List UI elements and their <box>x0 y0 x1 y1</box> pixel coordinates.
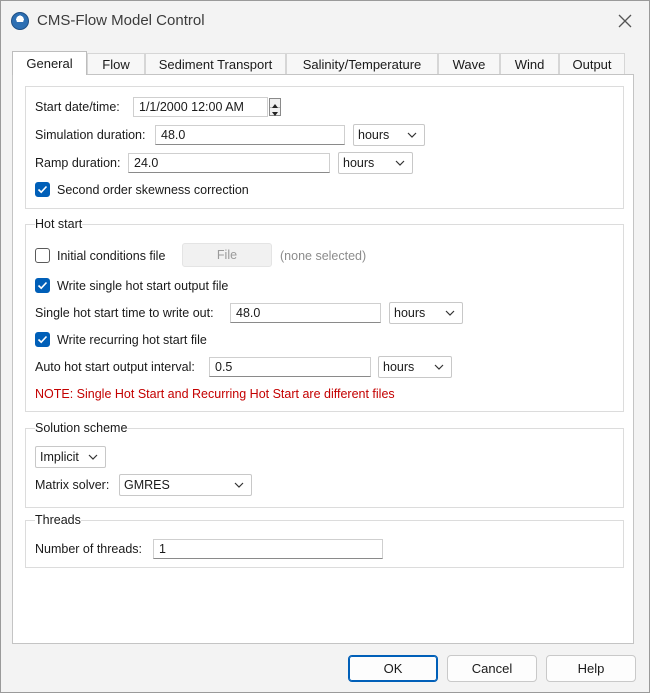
cancel-button[interactable]: Cancel <box>447 655 537 682</box>
checkmark-icon <box>37 281 48 290</box>
ramp-duration-field[interactable]: 24.0 <box>128 153 330 173</box>
initial-conditions-label: Initial conditions file <box>57 249 166 263</box>
matrix-solver-value: GMRES <box>124 478 170 492</box>
tab-salinity-temperature[interactable]: Salinity/Temperature <box>286 53 438 74</box>
close-button[interactable] <box>613 9 637 33</box>
matrix-solver-select[interactable]: GMRES <box>119 474 252 496</box>
tab-sediment-transport[interactable]: Sediment Transport <box>145 53 286 74</box>
solution-scheme-title: Solution scheme <box>35 421 128 435</box>
start-datetime-field[interactable]: 1/1/2000 12:00 AM <box>133 97 268 117</box>
number-of-threads-field[interactable]: 1 <box>153 539 383 559</box>
tab-wave[interactable]: Wave <box>438 53 500 74</box>
checkmark-icon <box>37 185 48 194</box>
ramp-unit-value: hours <box>343 156 375 170</box>
simulation-duration-field[interactable]: 48.0 <box>155 125 345 145</box>
single-hot-start-unit-value: hours <box>394 306 426 320</box>
window-title: CMS-Flow Model Control <box>37 12 205 29</box>
datetime-spinner[interactable] <box>269 98 281 116</box>
solution-scheme-select[interactable]: Implicit <box>35 446 106 468</box>
chevron-down-icon <box>234 482 244 488</box>
file-status-text: (none selected) <box>280 249 367 263</box>
initial-conditions-checkbox[interactable] <box>35 248 50 263</box>
tab-wind[interactable]: Wind <box>500 53 559 74</box>
close-icon <box>618 14 632 28</box>
single-hot-start-time-field[interactable]: 48.0 <box>230 303 381 323</box>
chevron-down-icon <box>88 454 98 460</box>
hot-start-note: NOTE: Single Hot Start and Recurring Hot… <box>35 387 395 401</box>
spinner-down-icon[interactable] <box>270 107 280 116</box>
single-hot-start-checkbox[interactable] <box>35 278 50 293</box>
simulation-unit-value: hours <box>358 128 390 142</box>
help-button[interactable]: Help <box>546 655 636 682</box>
threads-title: Threads <box>35 513 81 527</box>
solution-scheme-group <box>25 428 624 508</box>
auto-hot-start-interval-field[interactable]: 0.5 <box>209 357 371 377</box>
simulation-duration-label: Simulation duration: <box>35 128 146 142</box>
app-icon <box>11 12 29 30</box>
recurring-hot-start-label: Write recurring hot start file <box>57 333 207 347</box>
general-panel: Start date/time: 1/1/2000 12:00 AM Simul… <box>12 74 634 644</box>
single-hot-start-time-label: Single hot start time to write out: <box>35 306 214 320</box>
single-hot-start-label: Write single hot start output file <box>57 279 229 293</box>
skewness-correction-checkbox[interactable] <box>35 182 50 197</box>
chevron-down-icon <box>395 160 405 166</box>
chevron-down-icon <box>434 364 444 370</box>
title-bar: CMS-Flow Model Control <box>1 1 649 41</box>
skewness-correction-label: Second order skewness correction <box>57 183 249 197</box>
simulation-duration-unit-select[interactable]: hours <box>353 124 425 146</box>
tab-flow[interactable]: Flow <box>87 53 145 74</box>
ramp-duration-unit-select[interactable]: hours <box>338 152 413 174</box>
chevron-down-icon <box>407 132 417 138</box>
matrix-solver-label: Matrix solver: <box>35 478 110 492</box>
checkmark-icon <box>37 335 48 344</box>
tab-general[interactable]: General <box>12 51 87 75</box>
auto-hot-start-unit-value: hours <box>383 360 415 374</box>
auto-hot-start-unit-select[interactable]: hours <box>378 356 452 378</box>
tab-output[interactable]: Output <box>559 53 625 74</box>
hot-start-title: Hot start <box>35 217 83 231</box>
file-button[interactable]: File <box>182 243 272 267</box>
number-of-threads-label: Number of threads: <box>35 542 142 556</box>
auto-hot-start-interval-label: Auto hot start output interval: <box>35 360 195 374</box>
single-hot-start-unit-select[interactable]: hours <box>389 302 463 324</box>
ok-button[interactable]: OK <box>348 655 438 682</box>
start-datetime-label: Start date/time: <box>35 100 120 114</box>
solution-scheme-value: Implicit <box>40 450 79 464</box>
chevron-down-icon <box>445 310 455 316</box>
recurring-hot-start-checkbox[interactable] <box>35 332 50 347</box>
ramp-duration-label: Ramp duration: <box>35 156 121 170</box>
